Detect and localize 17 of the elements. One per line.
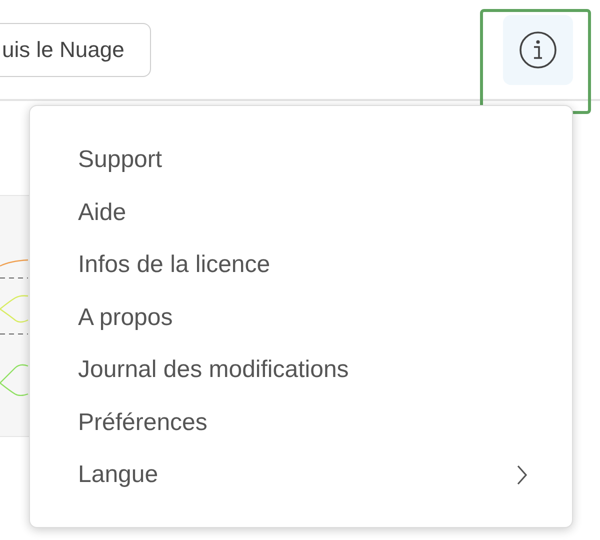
menu-item[interactable]: Aide — [30, 186, 572, 239]
menu-item-label: A propos — [78, 302, 173, 333]
menu-item[interactable]: Langue — [30, 449, 572, 502]
cloud-button[interactable]: uis le Nuage — [0, 22, 152, 76]
menu-item-label: Journal des modifications — [78, 355, 349, 386]
menu-item[interactable]: A propos — [30, 292, 572, 344]
info-icon — [519, 30, 557, 68]
menu-item[interactable]: Journal des modifications — [30, 344, 572, 396]
menu-item-label: Préférences — [78, 408, 208, 438]
menu-item-label: Langue — [78, 460, 158, 490]
menu-item[interactable]: Support — [30, 134, 572, 186]
menu-item-label: Infos de la licence — [78, 250, 270, 280]
menu-item[interactable]: Préférences — [30, 396, 572, 449]
menu-item-label: Aide — [78, 198, 126, 228]
menu-item-label: Support — [78, 145, 162, 176]
menu-item[interactable]: Infos de la licence — [30, 239, 572, 292]
info-button[interactable] — [503, 14, 573, 84]
